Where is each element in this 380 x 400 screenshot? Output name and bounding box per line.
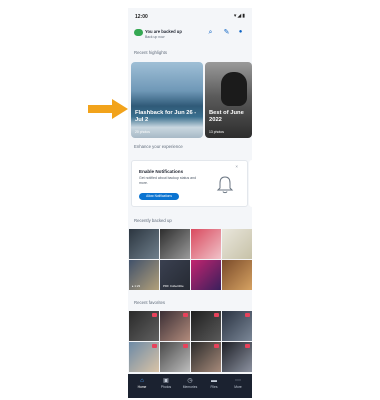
section-title-enhance: Enhance your experience (134, 144, 183, 149)
nav-item-home[interactable]: ⌂ Home (130, 378, 154, 390)
nav-label: Photos (160, 385, 172, 389)
files-icon: ▬ (211, 378, 217, 384)
highlight-title: Best of June 2022 (209, 110, 244, 123)
next-card-peek (249, 160, 252, 207)
search-icon[interactable]: ⌕ (206, 28, 215, 37)
app-bar: You are backed up Back up now ⌕ ✎ ● (128, 26, 252, 46)
nav-item-more[interactable]: ⋯ More (226, 378, 250, 390)
notification-body: Get notified about backup status and mor… (139, 176, 197, 185)
memories-icon: ◷ (187, 378, 193, 384)
section-title-highlights: Recent highlights (134, 50, 167, 55)
tile-caption: ▸ 1:23 (132, 283, 141, 288)
highlight-card[interactable]: Flashback for Jun 26 - Jul 2 20 photos (131, 62, 203, 138)
backup-status-title: You are backed up (145, 29, 182, 34)
cloud-icon (134, 29, 143, 36)
phone-screen: 12:00 ▾◢▮ You are backed up Back up now … (128, 8, 252, 398)
highlight-card[interactable]: Best of June 2022 13 photos (205, 62, 252, 138)
photo-tile[interactable] (191, 342, 221, 372)
account-icon[interactable]: ● (236, 28, 245, 37)
photo-tile[interactable] (129, 229, 159, 259)
photo-tile[interactable] (160, 311, 190, 341)
highlight-count: 13 photos (209, 130, 224, 134)
favorite-heart-icon (214, 313, 219, 317)
photo-tile[interactable] (191, 260, 221, 290)
photo-tile[interactable] (129, 311, 159, 341)
favorite-heart-icon (183, 344, 188, 348)
status-icons: ▾◢▮ (233, 13, 246, 19)
nav-label: Home (137, 385, 147, 389)
favorite-heart-icon (214, 344, 219, 348)
photo-tile[interactable] (160, 229, 190, 259)
photos-icon: ▣ (163, 378, 169, 384)
section-title-backed-up: Recently backed up (134, 218, 172, 223)
photo-tile[interactable] (191, 229, 221, 259)
photo-tile[interactable] (160, 342, 190, 372)
bell-icon (216, 176, 234, 194)
photo-tile[interactable] (191, 311, 221, 341)
notifications-icon[interactable]: ✎ (222, 28, 231, 37)
tile-caption: PDF Collectible (163, 283, 184, 288)
photo-tile[interactable]: PDF Collectible (160, 260, 190, 290)
callout-arrow (88, 99, 128, 119)
recent-favorites-grid (128, 311, 252, 373)
nav-item-files[interactable]: ▬ Files (202, 378, 226, 390)
highlight-count: 20 photos (135, 130, 150, 134)
favorite-heart-icon (152, 313, 157, 317)
bottom-navigation: ⌂ Home ▣ Photos ◷ Memories ▬ Files ⋯ More (128, 374, 252, 398)
more-icon: ⋯ (235, 378, 241, 384)
allow-notifications-button[interactable]: Allow Notifications (139, 193, 179, 200)
nav-label: More (234, 385, 242, 389)
highlight-title: Flashback for Jun 26 - Jul 2 (135, 110, 197, 123)
dog-photo (221, 72, 247, 106)
favorite-heart-icon (245, 313, 250, 317)
nav-item-photos[interactable]: ▣ Photos (154, 378, 178, 390)
nav-item-memories[interactable]: ◷ Memories (178, 378, 202, 390)
back-up-now-link[interactable]: Back up now (145, 35, 164, 39)
favorite-heart-icon (183, 313, 188, 317)
recently-backed-up-grid: ▸ 1:23 PDF Collectible (128, 229, 252, 291)
photo-tile[interactable] (129, 342, 159, 372)
favorite-heart-icon (152, 344, 157, 348)
notification-card: Enable Notifications Get notified about … (131, 160, 248, 207)
home-icon: ⌂ (140, 378, 144, 384)
photo-tile[interactable] (222, 260, 252, 290)
photo-tile[interactable] (222, 311, 252, 341)
photo-tile[interactable] (222, 342, 252, 372)
photo-tile[interactable]: ▸ 1:23 (129, 260, 159, 290)
close-icon[interactable]: × (235, 164, 238, 169)
status-bar: 12:00 ▾◢▮ (128, 8, 252, 24)
nav-label: Files (210, 385, 218, 389)
photo-tile[interactable] (222, 229, 252, 259)
section-title-favorites: Recent favorites (134, 300, 166, 305)
favorite-heart-icon (245, 344, 250, 348)
nav-label: Memories (182, 385, 198, 389)
notification-title: Enable Notifications (139, 169, 184, 174)
status-time: 12:00 (135, 14, 148, 20)
